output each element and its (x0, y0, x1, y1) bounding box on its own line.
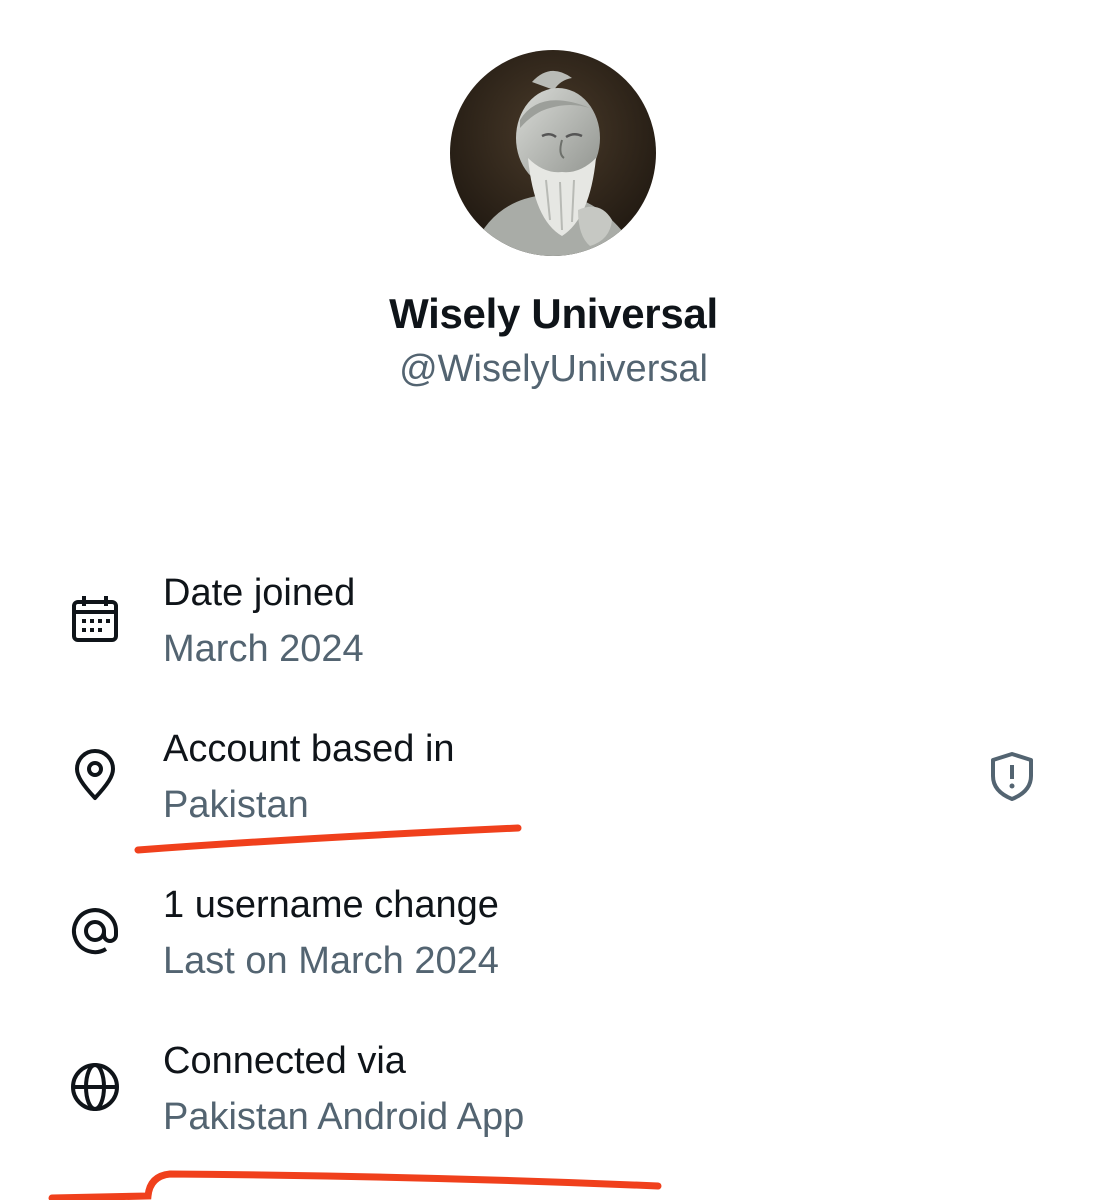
username-change-label: 1 username change (163, 884, 499, 926)
connected-via-value: Pakistan Android App (163, 1096, 525, 1138)
location-pin-icon (68, 748, 122, 802)
shield-alert-icon[interactable] (984, 748, 1040, 804)
username-change-value: Last on March 2024 (163, 940, 499, 982)
date-joined-value: March 2024 (163, 628, 364, 670)
profile-avatar[interactable] (450, 50, 656, 256)
profile-handle: @WiselyUniversal (399, 348, 708, 390)
connected-via-label: Connected via (163, 1040, 406, 1082)
about-row-connected-via: Connected via Pakistan Android App (0, 1040, 1107, 1150)
about-row-date-joined: Date joined March 2024 (0, 572, 1107, 682)
account-based-in-value: Pakistan (163, 784, 309, 826)
date-joined-label: Date joined (163, 572, 356, 614)
about-row-username-change: 1 username change Last on March 2024 (0, 884, 1107, 994)
globe-icon (68, 1060, 122, 1114)
calendar-icon (68, 592, 122, 646)
about-row-account-based-in: Account based in Pakistan (0, 728, 1107, 838)
underline-connected-via (48, 1170, 662, 1200)
profile-display-name: Wisely Universal (389, 290, 718, 337)
at-sign-icon (68, 904, 122, 958)
account-based-in-label: Account based in (163, 728, 455, 770)
